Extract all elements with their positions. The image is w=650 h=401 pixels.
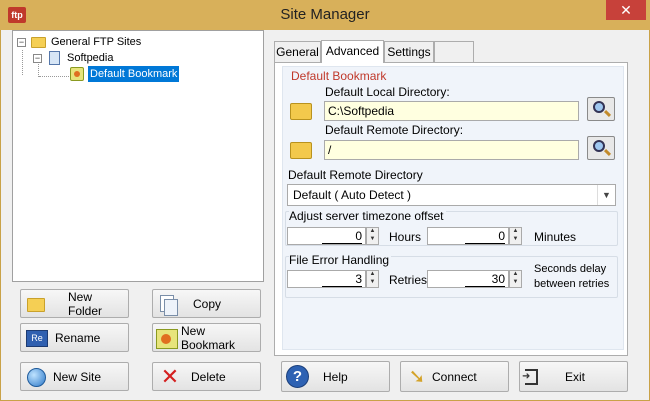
retries-spinner[interactable]: ▲ ▼ — [366, 270, 379, 288]
delete-button[interactable]: ✕ Delete — [152, 362, 261, 391]
chevron-down-icon: ▼ — [597, 185, 615, 205]
tab-settings[interactable]: Settings — [384, 41, 434, 62]
local-dir-label: Default Local Directory: — [325, 85, 450, 99]
spin-up-icon[interactable]: ▲ — [510, 228, 521, 236]
new-bookmark-button[interactable]: New Bookmark — [152, 323, 261, 352]
tree-connector — [39, 76, 69, 77]
remote-mode-label: Default Remote Directory — [288, 168, 423, 182]
window-title: Site Manager — [280, 6, 370, 23]
hours-label: Hours — [389, 230, 422, 244]
spin-down-icon[interactable]: ▼ — [367, 279, 378, 287]
tree-item-label: General FTP Sites — [51, 36, 142, 48]
rename-icon: Re — [26, 330, 48, 347]
open-folder-icon — [290, 142, 312, 159]
new-folder-button[interactable]: New Folder — [20, 289, 129, 318]
spin-down-icon[interactable]: ▼ — [367, 236, 378, 244]
minutes-input[interactable]: 0 — [427, 227, 509, 245]
search-icon-handle — [603, 109, 612, 118]
minutes-value: 0 — [465, 230, 505, 244]
new-folder-icon — [27, 298, 45, 312]
error-label: File Error Handling — [289, 253, 392, 267]
tree-connector — [22, 50, 23, 75]
help-button[interactable]: ? Help — [281, 361, 390, 392]
close-button[interactable]: ✕ — [606, 0, 646, 20]
exit-arrow-icon: ➜ — [522, 371, 531, 382]
button-label: New Bookmark — [181, 323, 236, 352]
spin-down-icon[interactable]: ▼ — [510, 279, 521, 287]
globe-icon — [27, 368, 46, 387]
tab-blank[interactable] — [434, 41, 474, 62]
exit-button[interactable]: ➜ Exit — [519, 361, 628, 392]
remote-mode-select[interactable]: Default ( Auto Detect ) ▼ — [287, 184, 616, 206]
collapse-icon[interactable]: − — [17, 38, 26, 47]
spin-up-icon[interactable]: ▲ — [510, 271, 521, 279]
delay-spinner[interactable]: ▲ ▼ — [509, 270, 522, 288]
open-folder-icon — [290, 103, 312, 120]
tree-item-label: Softpedia — [67, 52, 114, 64]
spin-up-icon[interactable]: ▲ — [367, 271, 378, 279]
hours-spinner[interactable]: ▲ ▼ — [366, 227, 379, 245]
local-dir-input[interactable]: C:\Softpedia — [324, 101, 579, 121]
spin-up-icon[interactable]: ▲ — [367, 228, 378, 236]
section-title: Default Bookmark — [291, 69, 387, 83]
hours-value: 0 — [322, 230, 362, 244]
folder-icon — [31, 37, 46, 48]
help-icon: ? — [286, 365, 309, 388]
button-label: Copy — [193, 296, 222, 311]
timezone-label: Adjust server timezone offset — [289, 209, 446, 223]
copy-button[interactable]: Copy — [152, 289, 261, 318]
server-icon — [49, 51, 60, 65]
rename-button[interactable]: Re Rename — [20, 323, 129, 352]
retries-input[interactable]: 3 — [287, 270, 366, 288]
collapse-icon[interactable]: − — [33, 54, 42, 63]
spin-down-icon[interactable]: ▼ — [510, 236, 521, 244]
delay-label-line2: between retries — [534, 278, 610, 290]
delete-icon: ✕ — [160, 364, 180, 389]
connect-button[interactable]: ➘ Connect — [400, 361, 509, 392]
new-bookmark-icon-badge — [161, 334, 171, 344]
browse-local-button[interactable] — [587, 97, 615, 121]
search-icon-handle — [603, 148, 612, 157]
button-label: Connect — [432, 369, 477, 384]
button-label: New Site — [53, 369, 102, 384]
tree-item-label-selected: Default Bookmark — [86, 65, 181, 83]
bookmark-icon — [70, 67, 84, 81]
delay-label-line1: Seconds delay — [534, 263, 607, 275]
select-value: Default ( Auto Detect ) — [293, 188, 412, 202]
remote-dir-label: Default Remote Directory: — [325, 123, 464, 137]
button-label: Delete — [191, 369, 226, 384]
remote-dir-input[interactable]: / — [324, 140, 579, 160]
retries-value: 3 — [322, 273, 362, 287]
retries-label: Retries — [389, 273, 428, 287]
tab-advanced[interactable]: Advanced — [321, 40, 384, 63]
browse-remote-button[interactable] — [587, 136, 615, 160]
button-label: Help — [323, 369, 348, 384]
minutes-label: Minutes — [534, 230, 577, 244]
minutes-spinner[interactable]: ▲ ▼ — [509, 227, 522, 245]
button-label: Exit — [565, 369, 586, 384]
tab-general[interactable]: General — [274, 41, 321, 62]
button-label: Rename — [55, 330, 101, 345]
copy-icon-back — [164, 299, 178, 316]
hours-input[interactable]: 0 — [287, 227, 366, 245]
delay-value: 30 — [465, 273, 505, 287]
site-tree[interactable]: − General FTP Sites − Softpedia Default … — [12, 30, 264, 282]
connect-arrow-icon: ➘ — [408, 366, 426, 388]
delay-input[interactable]: 30 — [427, 270, 509, 288]
new-site-button[interactable]: New Site — [20, 362, 129, 391]
button-label: New Folder — [68, 289, 103, 318]
